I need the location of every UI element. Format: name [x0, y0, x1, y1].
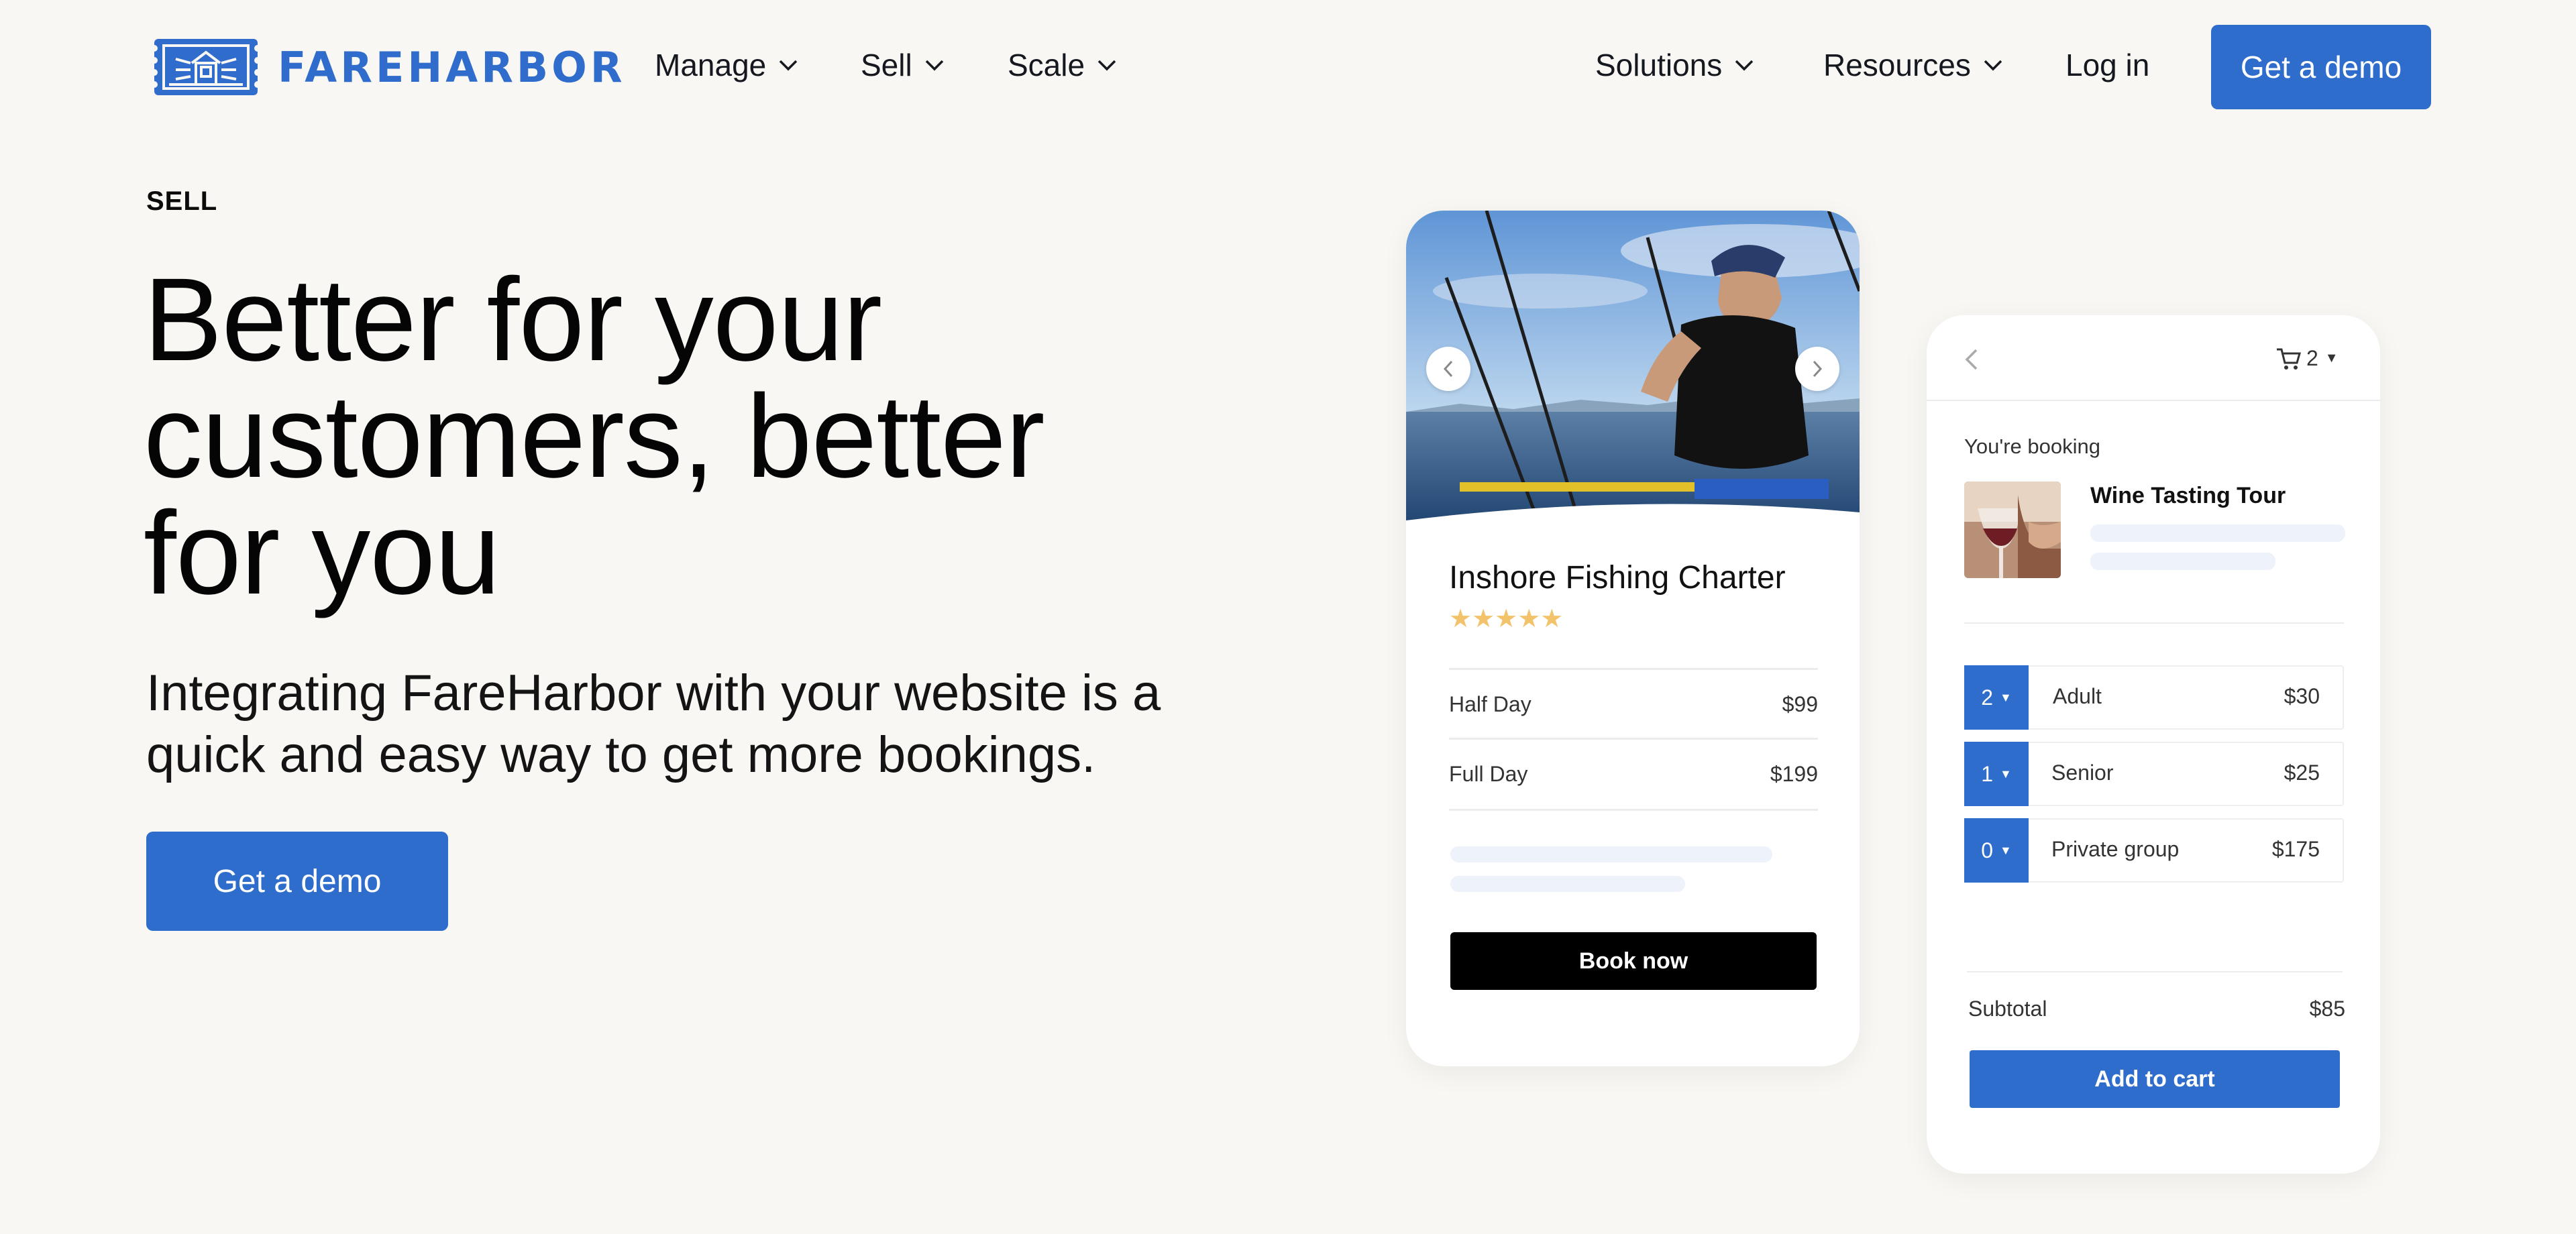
divider — [1449, 738, 1818, 740]
quantity-select[interactable]: 2 ▼ — [1964, 665, 2029, 730]
ticket-row-adult: 2 ▼ Adult $30 — [1964, 665, 2344, 730]
booking-label: You're booking — [1964, 435, 2100, 458]
ticket-price: $30 — [2284, 684, 2320, 708]
nav-get-demo-button[interactable]: Get a demo — [2211, 25, 2431, 109]
booking-card: 2 ▼ You're booking Wine Tasting Tour 2 ▼ … — [1927, 315, 2380, 1174]
hero-subhead: Integrating FareHarbor with your website… — [146, 663, 1193, 786]
chevron-down-icon — [1735, 60, 1754, 71]
brand-logo[interactable]: FAREHARBOR — [149, 36, 626, 98]
cart-icon — [2277, 348, 2301, 370]
ticket-row-senior: 1 ▼ Senior $25 — [1964, 742, 2344, 806]
chevron-down-icon — [925, 60, 943, 71]
skeleton-line — [1450, 846, 1772, 862]
divider — [1449, 809, 1818, 811]
ticket-name: Senior — [2051, 761, 2114, 785]
quantity-value: 2 — [1981, 685, 1993, 710]
login-link[interactable]: Log in — [2065, 47, 2149, 83]
chevron-down-icon — [779, 60, 798, 71]
quantity-select[interactable]: 1 ▼ — [1964, 742, 2029, 806]
chevron-left-icon[interactable] — [1960, 346, 1984, 373]
tour-thumbnail — [1964, 482, 2061, 578]
caret-down-icon: ▼ — [1999, 843, 2012, 857]
hero-headline: Better for your customers, better for yo… — [144, 254, 1190, 619]
divider — [1964, 622, 2344, 624]
ticket-price: $25 — [2284, 761, 2320, 785]
nav-sell-label: Sell — [861, 48, 912, 82]
divider — [1967, 971, 2343, 972]
option-name: Half Day — [1449, 692, 1532, 716]
quantity-value: 1 — [1981, 761, 1993, 786]
add-to-cart-button[interactable]: Add to cart — [1970, 1050, 2340, 1108]
fishing-photo-illustration — [1406, 211, 1860, 527]
quantity-value: 0 — [1981, 838, 1993, 862]
divider — [1927, 400, 2380, 401]
subtotal-label: Subtotal — [1968, 997, 2047, 1021]
quantity-select[interactable]: 0 ▼ — [1964, 818, 2029, 883]
chevron-down-icon — [1097, 60, 1116, 71]
section-eyebrow: SELL — [146, 186, 218, 216]
brand-wordmark: FAREHARBOR — [278, 42, 626, 92]
nav-solutions[interactable]: Solutions — [1595, 47, 1754, 83]
nav-manage[interactable]: Manage — [655, 47, 798, 83]
nav-manage-label: Manage — [655, 48, 767, 82]
nav-resources[interactable]: Resources — [1823, 47, 2003, 83]
skeleton-line — [2090, 524, 2345, 542]
ticket-name: Adult — [2053, 684, 2102, 708]
caret-down-icon: ▼ — [1999, 767, 2012, 781]
chevron-left-icon — [1443, 360, 1453, 378]
hero-get-demo-button[interactable]: Get a demo — [146, 832, 448, 931]
top-nav: FAREHARBOR Manage Sell Scale Solutions R… — [0, 0, 2576, 134]
star-rating-icon: ★★★★★ — [1449, 605, 1564, 633]
listing-title: Inshore Fishing Charter — [1449, 560, 1786, 596]
tour-name: Wine Tasting Tour — [2090, 483, 2286, 508]
nav-scale-label: Scale — [1008, 48, 1085, 82]
listing-card: Inshore Fishing Charter ★★★★★ Half Day $… — [1406, 211, 1860, 1066]
headline-line: customers, better — [144, 371, 1045, 502]
cart-count: 2 — [2306, 346, 2318, 370]
caret-down-icon: ▼ — [2324, 351, 2339, 366]
subtotal-value: $85 — [2309, 997, 2345, 1021]
nav-sell[interactable]: Sell — [861, 47, 945, 83]
option-name: Full Day — [1449, 762, 1528, 786]
nav-scale[interactable]: Scale — [1008, 47, 1117, 83]
wine-image-illustration — [1964, 482, 2061, 578]
ticket-row-private-group: 0 ▼ Private group $175 — [1964, 818, 2344, 883]
logo-mark-icon — [151, 39, 261, 95]
option-price: $199 — [1770, 762, 1818, 786]
cart-button[interactable]: 2 ▼ — [2275, 346, 2339, 371]
headline-line: for you — [144, 488, 500, 619]
listing-rating: ★★★★★ — [1449, 606, 1563, 632]
subhead-line: Integrating FareHarbor with your website… — [146, 665, 1161, 722]
carousel-next-button[interactable] — [1795, 347, 1839, 391]
book-now-button[interactable]: Book now — [1450, 932, 1817, 990]
skeleton-line — [1450, 876, 1685, 892]
chevron-down-icon — [1984, 60, 2002, 71]
ticket-price: $175 — [2271, 837, 2320, 861]
headline-line: Better for your — [144, 254, 882, 386]
listing-photo — [1406, 211, 1860, 527]
carousel-prev-button[interactable] — [1426, 347, 1470, 391]
nav-solutions-label: Solutions — [1595, 48, 1723, 82]
divider — [1449, 668, 1818, 670]
chevron-right-icon — [1813, 360, 1823, 378]
subhead-line: quick and easy way to get more bookings. — [146, 726, 1096, 783]
caret-down-icon: ▼ — [1999, 690, 2012, 704]
option-price: $99 — [1782, 692, 1818, 716]
skeleton-line — [2090, 553, 2275, 570]
nav-resources-label: Resources — [1823, 48, 1971, 82]
ticket-name: Private group — [2051, 837, 2180, 861]
